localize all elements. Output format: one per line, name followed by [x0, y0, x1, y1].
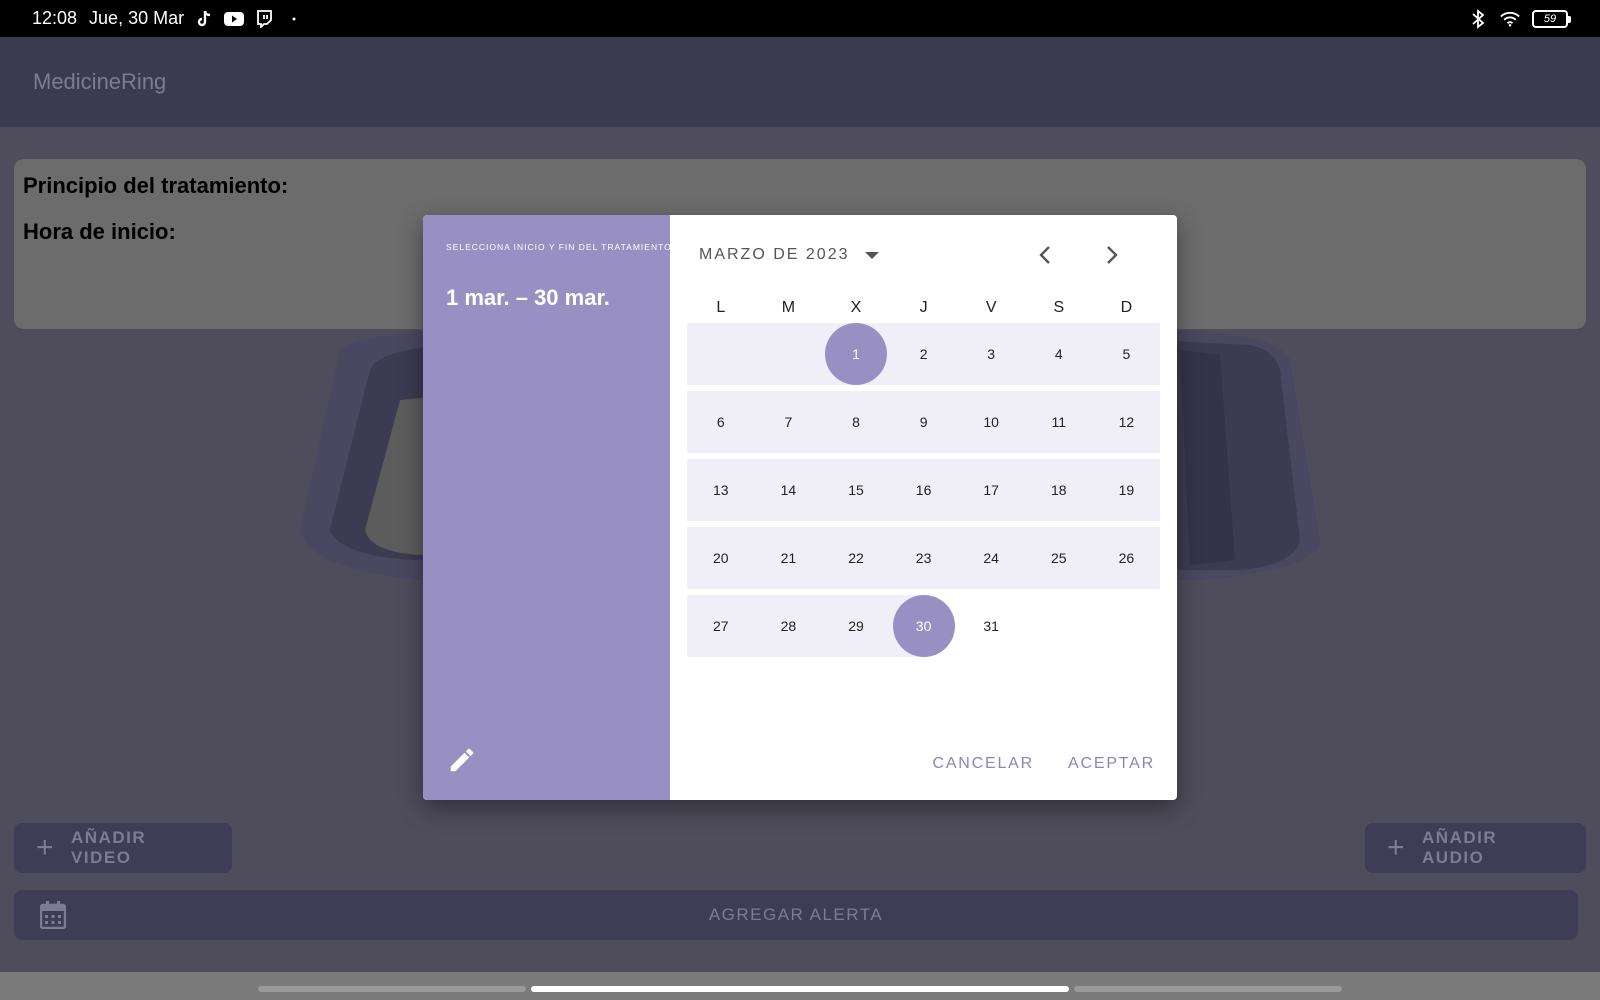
calendar-day[interactable]: 25	[1025, 527, 1093, 589]
calendar-day[interactable]: 18	[1025, 459, 1093, 521]
add-alert-label: AGREGAR ALERTA	[708, 905, 884, 924]
calendar-day[interactable]: 9	[890, 391, 958, 453]
calendar-day[interactable]: 15	[822, 459, 890, 521]
calendar-day[interactable]: 28	[755, 595, 823, 657]
calendar-panel: MARZO DE 2023 CANCELAR ACEPTAR LMXJVSD12…	[670, 215, 1177, 800]
calendar-day[interactable]: 29	[822, 595, 890, 657]
app-bar: MedicineRing	[0, 37, 1600, 127]
add-audio-label: AÑADIR AUDIO	[1422, 828, 1498, 867]
next-month-button[interactable]	[1100, 243, 1124, 267]
chevron-left-icon	[1039, 246, 1050, 264]
status-time: 12:08	[32, 8, 78, 28]
dropdown-arrow-icon	[865, 251, 880, 259]
calendar-day[interactable]: 26	[1093, 527, 1161, 589]
nav-handle-left	[258, 986, 526, 992]
chevron-right-icon	[1107, 246, 1118, 264]
date-range-picker-dialog: SELECCIONA INICIO Y FIN DEL TRATAMIENTO …	[423, 215, 1177, 800]
edit-pencil-icon[interactable]	[447, 745, 477, 775]
dot-icon	[284, 9, 304, 29]
previous-month-button[interactable]	[1033, 243, 1057, 267]
calendar-day[interactable]: 13	[687, 459, 755, 521]
app-title: MedicineRing	[33, 69, 167, 94]
add-video-button[interactable]: + AÑADIR VIDEO	[14, 823, 232, 873]
calendar-day[interactable]: 11	[1025, 391, 1093, 453]
calendar-day[interactable]: 1	[822, 323, 890, 385]
plus-icon: +	[1387, 831, 1407, 864]
calendar-day[interactable]: 2	[890, 323, 958, 385]
plus-icon: +	[36, 831, 56, 864]
selected-day-marker: 30	[892, 595, 955, 657]
add-video-label: AÑADIR VIDEO	[71, 828, 147, 867]
calendar-day[interactable]: 30	[890, 595, 958, 657]
treatment-start-label: Principio del tratamiento:	[23, 173, 289, 198]
selected-range: 1 mar. – 30 mar.	[446, 285, 610, 310]
selected-day-marker: 1	[824, 323, 887, 385]
add-alert-button[interactable]: AGREGAR ALERTA	[14, 890, 1578, 940]
calendar-day[interactable]: 22	[822, 527, 890, 589]
calendar-day[interactable]: 20	[687, 527, 755, 589]
weekday-label: L	[716, 299, 726, 316]
twitch-icon	[254, 9, 274, 29]
add-audio-button[interactable]: + AÑADIR AUDIO	[1365, 823, 1586, 873]
weekday-label: D	[1120, 299, 1133, 316]
calendar-day[interactable]: 8	[822, 391, 890, 453]
calendar-day[interactable]: 17	[957, 459, 1025, 521]
battery-level: 59	[1543, 12, 1557, 25]
status-date: Jue, 30 Mar	[89, 8, 185, 28]
calendar-day[interactable]: 16	[890, 459, 958, 521]
calendar-day[interactable]: 31	[957, 595, 1025, 657]
calendar-day[interactable]: 23	[890, 527, 958, 589]
calendar-day[interactable]: 27	[687, 595, 755, 657]
accept-button[interactable]: ACEPTAR	[1068, 755, 1155, 773]
bluetooth-icon	[1468, 8, 1488, 29]
calendar-day[interactable]: 7	[755, 391, 823, 453]
nav-handle-home[interactable]	[531, 986, 1069, 992]
calendar-day[interactable]: 14	[755, 459, 823, 521]
calendar-day[interactable]: 6	[687, 391, 755, 453]
weekday-label: V	[985, 299, 997, 316]
status-bar: 12:08 Jue, 30 Mar 59	[0, 0, 1600, 37]
calendar-icon	[40, 901, 66, 929]
calendar-day[interactable]: 4	[1025, 323, 1093, 385]
youtube-icon	[224, 9, 245, 29]
tiktok-icon	[194, 9, 214, 29]
picker-caption: SELECCIONA INICIO Y FIN DEL TRATAMIENTO	[446, 242, 672, 252]
weekday-label: M	[781, 299, 796, 316]
battery-icon: 59	[1532, 9, 1571, 28]
dialog-actions: CANCELAR ACEPTAR	[932, 755, 1155, 773]
calendar-day[interactable]: 21	[755, 527, 823, 589]
calendar-day[interactable]: 19	[1093, 459, 1161, 521]
calendar-day[interactable]: 24	[957, 527, 1025, 589]
wifi-icon	[1500, 9, 1520, 29]
weekday-label: X	[850, 299, 862, 316]
calendar-day[interactable]: 3	[957, 323, 1025, 385]
month-label: MARZO DE 2023	[699, 246, 850, 263]
nav-handle-right	[1074, 986, 1342, 992]
calendar-day[interactable]: 5	[1093, 323, 1161, 385]
calendar-day[interactable]: 10	[957, 391, 1025, 453]
cancel-button[interactable]: CANCELAR	[932, 755, 1034, 773]
picker-header: SELECCIONA INICIO Y FIN DEL TRATAMIENTO …	[423, 215, 672, 800]
calendar-day[interactable]: 12	[1093, 391, 1161, 453]
weekday-label: S	[1053, 299, 1065, 316]
weekday-label: J	[919, 299, 928, 316]
month-selector[interactable]: MARZO DE 2023	[699, 240, 880, 270]
